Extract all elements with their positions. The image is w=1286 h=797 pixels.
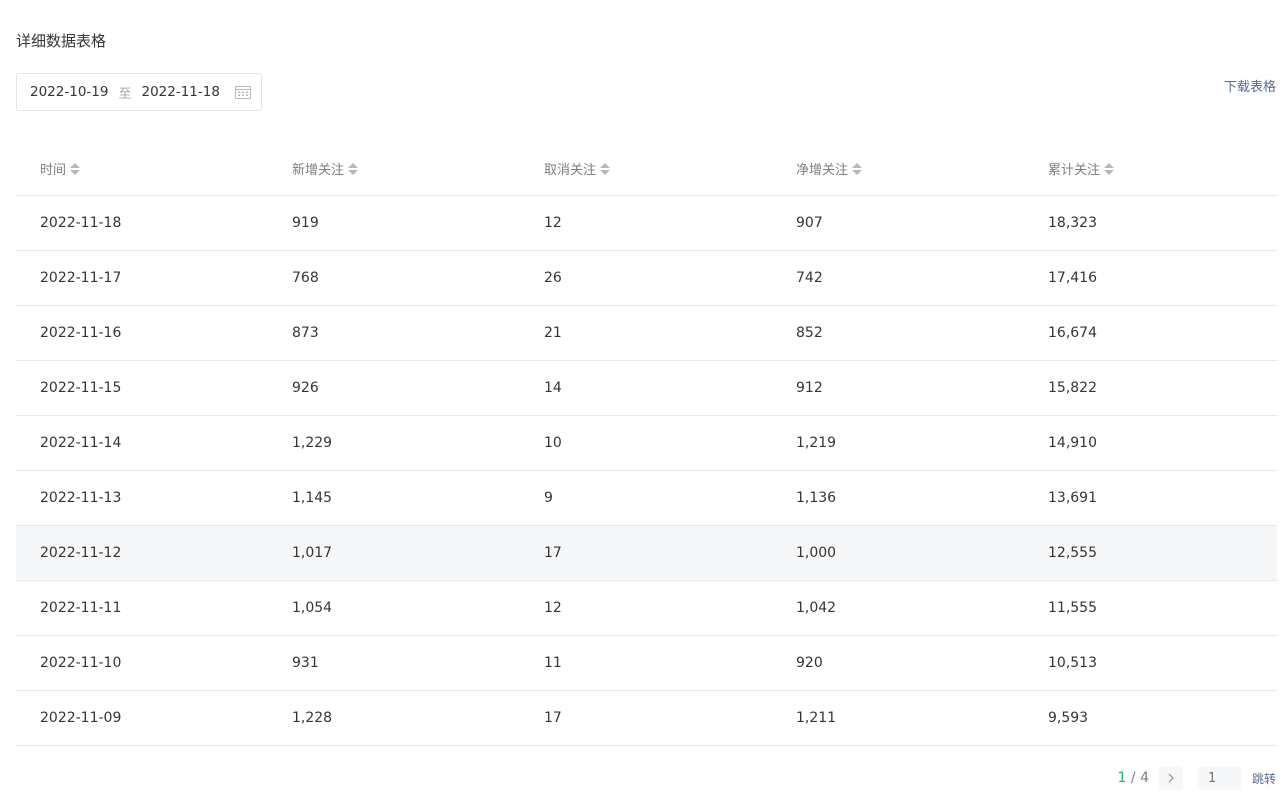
cell-unfollows: 12 xyxy=(544,600,562,616)
sortable-header[interactable]: 时间 xyxy=(40,159,81,178)
table-row: 2022-11-17 768 26 742 17,416 xyxy=(16,251,1277,306)
cell-total-follows: 11,555 xyxy=(1048,600,1097,616)
table-row: 2022-11-13 1,145 9 1,136 13,691 xyxy=(16,471,1277,526)
table-row: 2022-11-18 919 12 907 18,323 xyxy=(16,196,1277,251)
table-row: 2022-11-14 1,229 10 1,219 14,910 xyxy=(16,416,1277,471)
download-table-link[interactable]: 下载表格 xyxy=(1224,76,1276,95)
cell-unfollows: 9 xyxy=(544,490,553,506)
cell-total-follows: 14,910 xyxy=(1048,435,1097,451)
cell-total-follows: 18,323 xyxy=(1048,215,1097,231)
cell-net-follows: 920 xyxy=(796,655,823,671)
cell-new-follows: 1,228 xyxy=(292,710,333,726)
sort-icon[interactable] xyxy=(348,162,359,175)
column-header-new-follows: 新增关注 xyxy=(268,159,520,178)
calendar-icon[interactable] xyxy=(235,85,251,99)
sort-icon[interactable] xyxy=(70,162,81,175)
cell-date: 2022-11-16 xyxy=(40,325,122,341)
start-date[interactable]: 2022-10-19 xyxy=(30,84,108,100)
cell-total-follows: 13,691 xyxy=(1048,490,1097,506)
cell-unfollows: 26 xyxy=(544,270,562,286)
end-date[interactable]: 2022-11-18 xyxy=(141,84,219,100)
sortable-header[interactable]: 净增关注 xyxy=(796,159,863,178)
cell-net-follows: 1,211 xyxy=(796,710,837,726)
cell-net-follows: 742 xyxy=(796,270,823,286)
cell-unfollows: 14 xyxy=(544,380,562,396)
cell-net-follows: 1,136 xyxy=(796,490,837,506)
cell-total-follows: 10,513 xyxy=(1048,655,1097,671)
column-label: 累计关注 xyxy=(1048,163,1101,178)
sortable-header[interactable]: 累计关注 xyxy=(1048,159,1115,178)
cell-unfollows: 10 xyxy=(544,435,562,451)
table-row: 2022-11-09 1,228 17 1,211 9,593 xyxy=(16,691,1277,746)
cell-date: 2022-11-10 xyxy=(40,655,122,671)
cell-net-follows: 907 xyxy=(796,215,823,231)
cell-new-follows: 919 xyxy=(292,215,319,231)
cell-new-follows: 926 xyxy=(292,380,319,396)
cell-total-follows: 12,555 xyxy=(1048,545,1097,561)
cell-unfollows: 21 xyxy=(544,325,562,341)
page-jump-input[interactable] xyxy=(1197,766,1241,790)
column-header-net-follows: 净增关注 xyxy=(772,159,1024,178)
cell-date: 2022-11-15 xyxy=(40,380,122,396)
cell-new-follows: 1,229 xyxy=(292,435,333,451)
table-row: 2022-11-12 1,017 17 1,000 12,555 xyxy=(16,526,1277,581)
cell-new-follows: 1,145 xyxy=(292,490,333,506)
column-header-time: 时间 xyxy=(16,159,268,178)
column-label: 净增关注 xyxy=(796,163,849,178)
column-header-unfollows: 取消关注 xyxy=(520,159,772,178)
cell-date: 2022-11-14 xyxy=(40,435,122,451)
jump-button[interactable]: 跳转 xyxy=(1252,770,1276,787)
cell-unfollows: 11 xyxy=(544,655,562,671)
cell-date: 2022-11-09 xyxy=(40,710,122,726)
pagination: 1 / 4 跳转 xyxy=(1118,766,1276,790)
cell-unfollows: 12 xyxy=(544,215,562,231)
date-range-picker[interactable]: 2022-10-19 至 2022-11-18 xyxy=(16,73,262,111)
table-body: 2022-11-18 919 12 907 18,323 2022-11-17 768 26 7… xyxy=(16,196,1277,746)
cell-total-follows: 9,593 xyxy=(1048,710,1089,726)
cell-new-follows: 1,017 xyxy=(292,545,333,561)
cell-new-follows: 931 xyxy=(292,655,319,671)
cell-net-follows: 852 xyxy=(796,325,823,341)
table-row: 2022-11-16 873 21 852 16,674 xyxy=(16,306,1277,361)
cell-new-follows: 873 xyxy=(292,325,319,341)
cell-new-follows: 1,054 xyxy=(292,600,333,616)
chevron-right-icon xyxy=(1168,773,1174,783)
column-label: 新增关注 xyxy=(292,163,345,178)
next-page-button[interactable] xyxy=(1158,766,1183,790)
cell-total-follows: 16,674 xyxy=(1048,325,1097,341)
table-row: 2022-11-15 926 14 912 15,822 xyxy=(16,361,1277,416)
page-title: 详细数据表格 xyxy=(16,32,107,50)
cell-total-follows: 15,822 xyxy=(1048,380,1097,396)
table-header: 时间 新增关注 取消关注 净增关注 累计关注 xyxy=(16,142,1277,196)
column-label: 取消关注 xyxy=(544,163,597,178)
sort-icon[interactable] xyxy=(852,162,863,175)
cell-total-follows: 17,416 xyxy=(1048,270,1097,286)
table-row: 2022-11-11 1,054 12 1,042 11,555 xyxy=(16,581,1277,636)
page-separator: / xyxy=(1126,770,1141,786)
date-separator: 至 xyxy=(118,86,132,102)
cell-date: 2022-11-11 xyxy=(40,600,122,616)
data-table: 时间 新增关注 取消关注 净增关注 累计关注 2022-11-18 919 12… xyxy=(16,142,1277,746)
cell-date: 2022-11-18 xyxy=(40,215,122,231)
cell-net-follows: 1,042 xyxy=(796,600,837,616)
cell-unfollows: 17 xyxy=(544,710,562,726)
page-indicator: 1 / 4 xyxy=(1118,770,1149,786)
sortable-header[interactable]: 取消关注 xyxy=(544,159,611,178)
sort-icon[interactable] xyxy=(600,162,611,175)
total-pages: 4 xyxy=(1140,770,1149,786)
cell-net-follows: 1,219 xyxy=(796,435,837,451)
cell-unfollows: 17 xyxy=(544,545,562,561)
column-header-total-follows: 累计关注 xyxy=(1024,159,1277,178)
sort-icon[interactable] xyxy=(1104,162,1115,175)
cell-new-follows: 768 xyxy=(292,270,319,286)
cell-net-follows: 912 xyxy=(796,380,823,396)
cell-date: 2022-11-13 xyxy=(40,490,122,506)
cell-date: 2022-11-12 xyxy=(40,545,122,561)
table-row: 2022-11-10 931 11 920 10,513 xyxy=(16,636,1277,691)
column-label: 时间 xyxy=(40,163,67,178)
sortable-header[interactable]: 新增关注 xyxy=(292,159,359,178)
cell-net-follows: 1,000 xyxy=(796,545,837,561)
cell-date: 2022-11-17 xyxy=(40,270,122,286)
